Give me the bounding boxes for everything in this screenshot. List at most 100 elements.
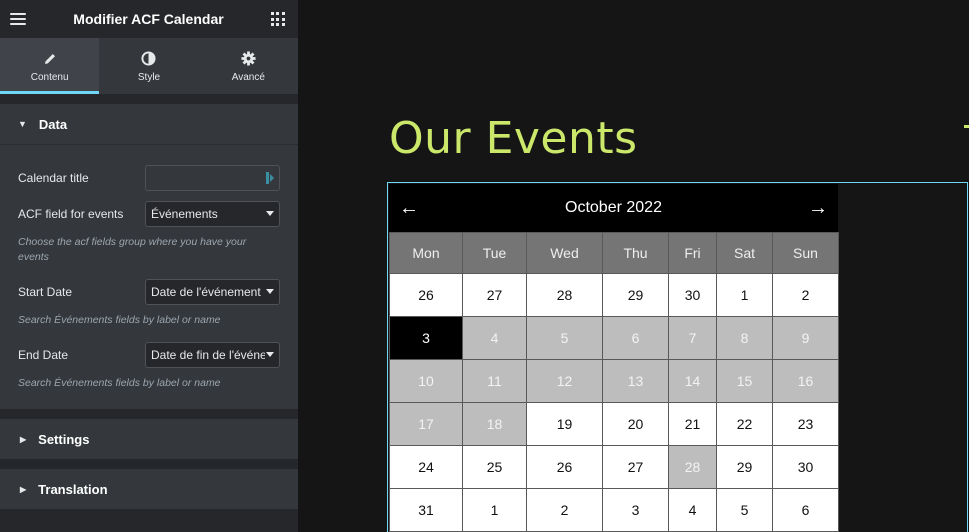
prev-month-button[interactable]: ← <box>399 197 419 220</box>
acf-field-select[interactable]: Événements <box>145 201 280 227</box>
calendar-day-event[interactable]: 17 <box>389 402 463 446</box>
weekday-sun: Sun <box>772 232 839 274</box>
section-settings-title: Settings <box>38 431 90 447</box>
calendar-day[interactable]: 5 <box>716 488 773 532</box>
tab-advanced[interactable]: Avancé <box>199 38 298 94</box>
calendar-day-event[interactable]: 4 <box>462 316 527 360</box>
contrast-icon <box>141 50 157 68</box>
tab-style-label: Style <box>137 71 161 83</box>
calendar-day-event[interactable]: 10 <box>389 359 463 403</box>
calendar-day-event[interactable]: 16 <box>772 359 839 403</box>
start-date-hint: Search Événements fields by label or nam… <box>18 314 221 326</box>
calendar-day[interactable]: 2 <box>526 488 603 532</box>
calendar-day-event[interactable]: 15 <box>716 359 773 403</box>
tab-advanced-label: Avancé <box>231 71 265 83</box>
calendar-day[interactable]: 31 <box>389 488 463 532</box>
caret-right-icon: ▶ <box>20 484 27 494</box>
calendar-day-event[interactable]: 12 <box>526 359 603 403</box>
section-settings-header[interactable]: ▶ Settings <box>0 419 298 459</box>
calendar-day[interactable]: 29 <box>602 273 669 317</box>
calendar-day[interactable]: 6 <box>772 488 839 532</box>
calendar-body: 26 27 28 29 30 1 2 3 4 5 6 7 8 9 10 11 12 13 14 15 16 17 18 19 2… <box>389 273 839 532</box>
calendar-day[interactable]: 26 <box>526 445 603 489</box>
calendar-day-today[interactable]: 3 <box>389 316 463 360</box>
acf-field-label: ACF field for events <box>18 207 124 221</box>
calendar-day-event[interactable]: 7 <box>668 316 717 360</box>
weekday-fri: Fri <box>668 232 717 274</box>
start-date-label: Start Date <box>18 285 73 299</box>
widgets-grid-icon[interactable] <box>270 12 285 26</box>
weekday-wed: Wed <box>526 232 603 274</box>
calendar-day-event[interactable]: 28 <box>668 445 717 489</box>
calendar-day[interactable]: 22 <box>716 402 773 446</box>
weekday-mon: Mon <box>389 232 463 274</box>
editor-header: Modifier ACF Calendar <box>0 0 298 38</box>
calendar-day-event[interactable]: 9 <box>772 316 839 360</box>
start-date-value: Date de l'événement <box>151 285 261 299</box>
calendar-day[interactable]: 3 <box>602 488 669 532</box>
calendar-week-row: 10 11 12 13 14 15 16 <box>389 359 839 403</box>
offscreen-element <box>964 125 969 128</box>
calendar-day[interactable]: 30 <box>668 273 717 317</box>
calendar-day[interactable]: 24 <box>389 445 463 489</box>
calendar-day-event[interactable]: 18 <box>462 402 527 446</box>
calendar-day[interactable]: 21 <box>668 402 717 446</box>
tab-style[interactable]: Style <box>99 38 198 94</box>
end-date-hint: Search Événements fields by label or nam… <box>18 377 221 389</box>
calendar-week-row: 17 18 19 20 21 22 23 <box>389 402 839 446</box>
calendar-day[interactable]: 2 <box>772 273 839 317</box>
section-data-header[interactable]: ▼ Data <box>0 104 298 144</box>
calendar-day[interactable]: 1 <box>716 273 773 317</box>
calendar-day[interactable]: 29 <box>716 445 773 489</box>
section-data-title: Data <box>38 116 68 132</box>
section-translation-header[interactable]: ▶ Translation <box>0 469 298 509</box>
acf-field-row: ACF field for events Événements <box>18 201 280 227</box>
calendar-day-event[interactable]: 11 <box>462 359 527 403</box>
calendar-day-event[interactable]: 8 <box>716 316 773 360</box>
calendar-day-event[interactable]: 6 <box>602 316 669 360</box>
calendar-day[interactable]: 27 <box>462 273 527 317</box>
calendar-day[interactable]: 26 <box>389 273 463 317</box>
chevron-down-icon <box>266 352 274 357</box>
caret-down-icon: ▼ <box>18 119 27 129</box>
start-date-select[interactable]: Date de l'événement <box>145 279 280 305</box>
chevron-down-icon <box>266 289 274 294</box>
caret-right-icon: ▶ <box>20 434 27 444</box>
calendar-day[interactable]: 4 <box>668 488 717 532</box>
calendar-week-row: 3456789 <box>389 316 839 360</box>
calendar-week-row: 26 27 28 29 30 1 2 <box>389 273 839 317</box>
section-translation-title: Translation <box>38 481 108 497</box>
calendar-week-row: 24 25 26 27 28 29 30 <box>389 445 839 489</box>
calendar-day[interactable]: 27 <box>602 445 669 489</box>
calendar-day[interactable]: 19 <box>526 402 603 446</box>
calendar-day[interactable]: 23 <box>772 402 839 446</box>
calendar-day[interactable]: 25 <box>462 445 527 489</box>
calendar-day-event[interactable]: 13 <box>602 359 669 403</box>
calendar-day[interactable]: 28 <box>526 273 603 317</box>
calendar-day-event[interactable]: 5 <box>526 316 603 360</box>
calendar-month-label: October 2022 <box>565 199 662 216</box>
editor-tabs: Contenu Style Avancé <box>0 38 298 94</box>
calendar-day[interactable]: 30 <box>772 445 839 489</box>
section-data-body: Calendar title ACF field for events Évén… <box>0 144 298 409</box>
editor-title: Modifier ACF Calendar <box>73 11 224 27</box>
calendar-title-input[interactable] <box>145 165 280 191</box>
tab-content-label: Contenu <box>30 71 69 83</box>
tab-content[interactable]: Contenu <box>0 38 100 94</box>
chevron-down-icon <box>266 211 274 216</box>
dynamic-tags-icon[interactable] <box>265 171 275 185</box>
next-month-button[interactable]: → <box>808 197 828 220</box>
menu-icon[interactable] <box>10 13 26 25</box>
calendar-day-event[interactable]: 14 <box>668 359 717 403</box>
weekday-tue: Tue <box>462 232 527 274</box>
page-heading: Our Events <box>389 113 638 164</box>
calendar-title-label: Calendar title <box>18 171 89 185</box>
start-date-row: Start Date Date de l'événement <box>18 279 280 305</box>
weekday-thu: Thu <box>602 232 669 274</box>
weekday-row: Mon Tue Wed Thu Fri Sat Sun <box>389 232 839 274</box>
end-date-select[interactable]: Date de fin de l'événement <box>145 342 280 368</box>
gear-icon <box>241 50 256 68</box>
calendar-day[interactable]: 1 <box>462 488 527 532</box>
calendar-day[interactable]: 20 <box>602 402 669 446</box>
editor-panel: Modifier ACF Calendar Contenu Style Avan… <box>0 0 298 532</box>
